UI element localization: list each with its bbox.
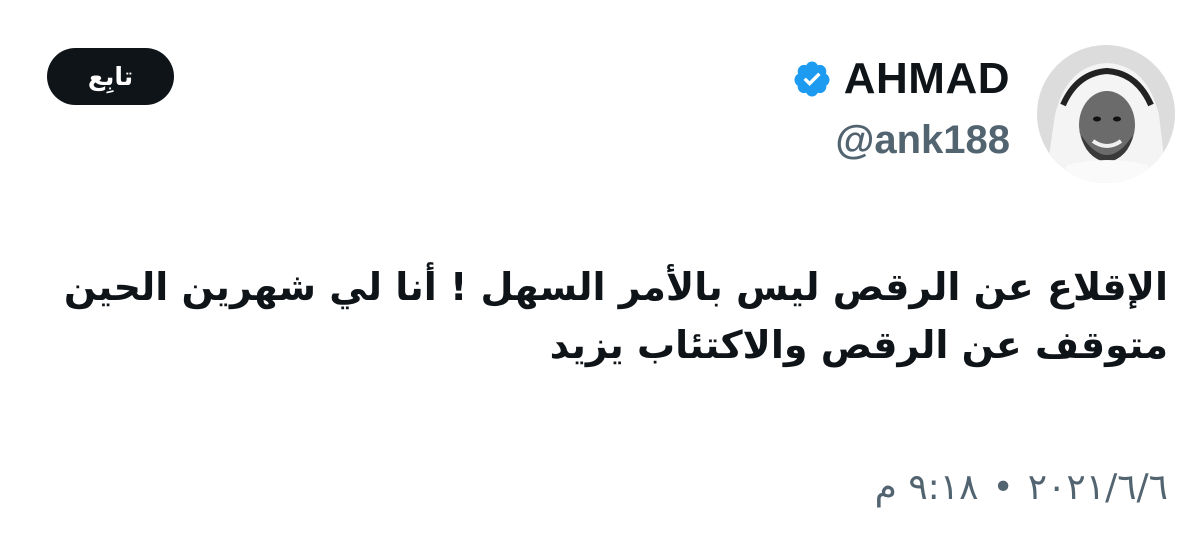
user-avatar[interactable] — [1037, 45, 1175, 183]
tweet-text: الإقلاع عن الرقص ليس بالأمر السهل ! أنا … — [63, 265, 1168, 367]
author-display-name[interactable]: AHMAD — [844, 57, 1010, 101]
follow-button[interactable]: تابِع — [47, 48, 174, 105]
tweet-date[interactable]: ٢٠٢١/٦/٦ — [1028, 470, 1168, 506]
timestamp-separator: • — [992, 467, 1014, 508]
author-info[interactable]: AHMAD @ank188 — [792, 52, 1010, 160]
author-name-row[interactable]: AHMAD — [792, 52, 1010, 106]
tweet-time[interactable]: ٩:١٨ م — [875, 470, 979, 506]
tweet-timestamp[interactable]: ٢٠٢١/٦/٦ • ٩:١٨ م — [875, 470, 1168, 506]
author-handle[interactable]: @ank188 — [792, 120, 1010, 160]
verified-badge-icon — [792, 59, 832, 99]
